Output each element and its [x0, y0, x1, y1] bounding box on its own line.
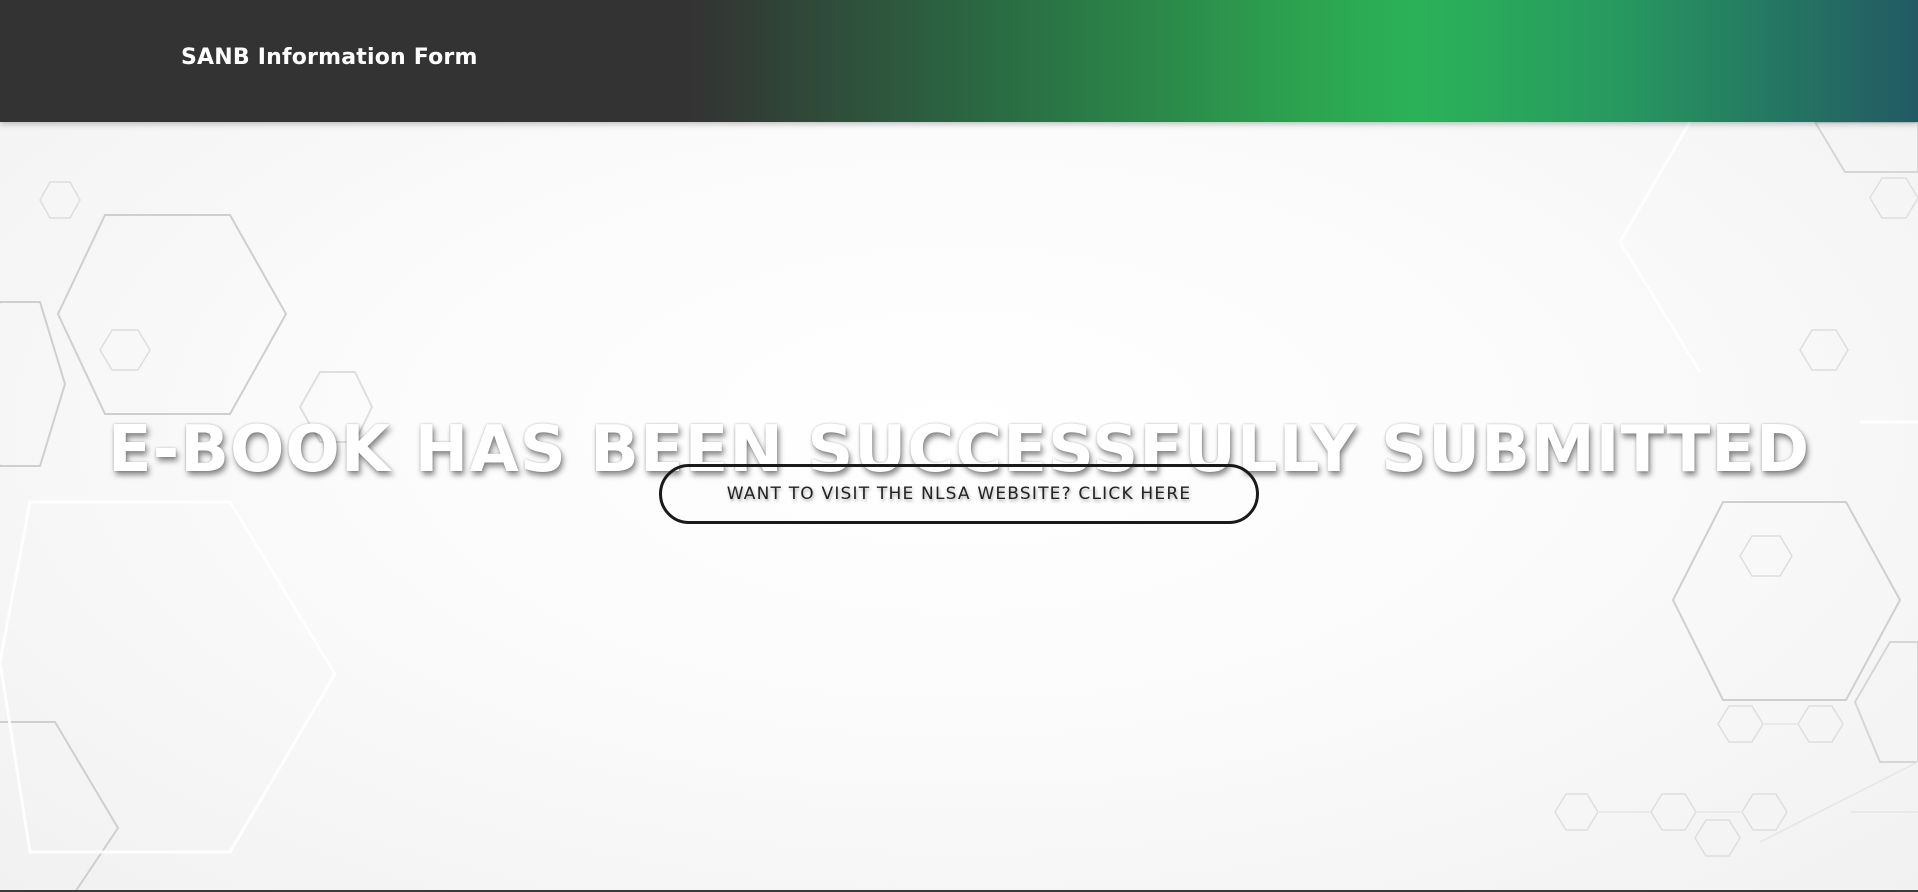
hexagon-shape [1717, 705, 1764, 743]
hexagon-shape [1618, 241, 1702, 373]
hexagon-shape [1759, 761, 1918, 843]
hexagon-shape [1650, 793, 1697, 831]
hexagon-shape [1554, 793, 1599, 831]
hexagon-shape [1694, 819, 1741, 857]
hexagon-shape [1799, 329, 1849, 371]
visit-nlsa-website-label: WANT TO VISIT THE NLSA WEBSITE? CLICK HE… [726, 484, 1192, 504]
hexagon-shape [39, 181, 81, 219]
hexagon-shape [0, 500, 337, 854]
hexagon-shape [1813, 122, 1918, 173]
top-header-bar: SANB Information Form [0, 0, 1918, 122]
page: SANB Information Form E-BOOK HAS BEEN SU… [0, 0, 1918, 892]
hexagon-shape [99, 329, 151, 371]
hexagon-shape [1741, 793, 1788, 831]
hexagon-shape [1671, 501, 1902, 701]
visit-nlsa-website-button[interactable]: WANT TO VISIT THE NLSA WEBSITE? CLICK HE… [659, 464, 1259, 524]
hero-section: E-BOOK HAS BEEN SUCCESSFULLY SUBMITTED W… [0, 122, 1918, 892]
hexagon-shape [1853, 641, 1918, 763]
hexagon-shape [1739, 535, 1793, 577]
hexagon-shape [1869, 177, 1918, 219]
hexagon-shape [0, 721, 120, 892]
hexagon-shape [1618, 122, 1692, 243]
hexagon-shape [56, 214, 288, 415]
hexagon-shape [1797, 705, 1844, 743]
site-title[interactable]: SANB Information Form [181, 43, 478, 73]
